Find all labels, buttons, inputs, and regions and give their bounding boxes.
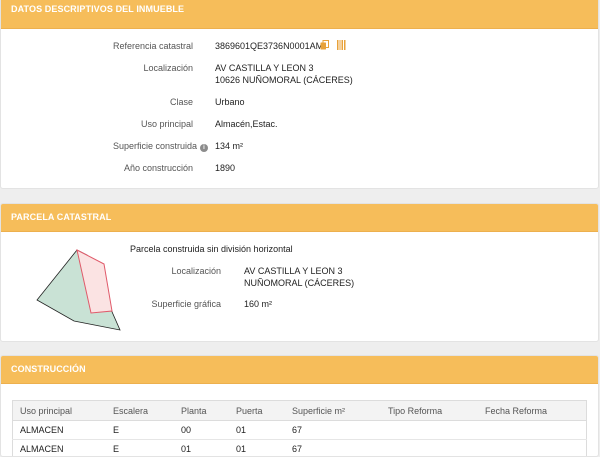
superficie-construida-value: 134 m² <box>215 141 243 152</box>
cell-escalera: E <box>106 421 174 440</box>
parcela-localizacion-line1: AV CASTILLA Y LEON 3 <box>244 266 343 277</box>
cell-superficie: 67 <box>285 421 381 440</box>
parcela-catastral-header: PARCELA CATASTRAL <box>1 204 598 232</box>
parcela-catastral-panel: PARCELA CATASTRAL Parcela construida sin… <box>0 203 599 342</box>
barcode-icon[interactable] <box>337 40 346 50</box>
uso-principal-value: Almacén,Estac. <box>215 119 278 130</box>
construccion-header: CONSTRUCCIÓN <box>1 356 598 384</box>
cell-tipo-reforma <box>381 421 478 440</box>
parcela-description: Parcela construida sin división horizont… <box>130 244 293 255</box>
clase-label: Clase <box>41 97 193 107</box>
cell-uso: ALMACEN <box>13 440 107 457</box>
localizacion-label: Localización <box>41 63 193 73</box>
cell-puerta: 01 <box>229 440 285 457</box>
table-row: ALMACEN E 00 01 67 <box>13 421 587 440</box>
cell-fecha-reforma <box>478 440 587 457</box>
construccion-table: Uso principal Escalera Planta Puerta Sup… <box>12 400 587 457</box>
superficie-construida-label: Superficie construida <box>113 141 197 151</box>
cell-uso: ALMACEN <box>13 421 107 440</box>
ref-catastral-value: 3869601QE3736N0001AM <box>215 41 323 52</box>
cell-planta: 00 <box>174 421 229 440</box>
anio-construccion-value: 1890 <box>215 163 235 174</box>
col-fecha-reforma[interactable]: Fecha Reforma <box>478 401 587 421</box>
col-planta[interactable]: Planta <box>174 401 229 421</box>
cell-superficie: 67 <box>285 440 381 457</box>
superficie-grafica-label: Superficie gráfica <box>121 299 221 309</box>
cell-tipo-reforma <box>381 440 478 457</box>
col-tipo-reforma[interactable]: Tipo Reforma <box>381 401 478 421</box>
localizacion-line2: 10626 NUÑOMORAL (CÁCERES) <box>215 75 353 86</box>
cell-puerta: 01 <box>229 421 285 440</box>
anio-construccion-label: Año construcción <box>41 163 193 173</box>
info-icon[interactable]: i <box>200 144 208 152</box>
parcel-map[interactable] <box>33 242 125 334</box>
cell-fecha-reforma <box>478 421 587 440</box>
copy-icon[interactable] <box>320 40 329 50</box>
table-row: ALMACEN E 01 01 67 <box>13 440 587 457</box>
construccion-panel: CONSTRUCCIÓN Uso principal Escalera Plan… <box>0 355 599 457</box>
localizacion-line1: AV CASTILLA Y LEON 3 <box>215 63 314 74</box>
superficie-construida-label-row: Superficie construidai <box>41 141 208 152</box>
datos-descriptivos-panel: DATOS DESCRIPTIVOS DEL INMUEBLE Referenc… <box>0 0 599 189</box>
table-header-row: Uso principal Escalera Planta Puerta Sup… <box>13 401 587 421</box>
clase-value: Urbano <box>215 97 245 108</box>
col-puerta[interactable]: Puerta <box>229 401 285 421</box>
col-superficie[interactable]: Superficie m² <box>285 401 381 421</box>
parcela-localizacion-line2: NUÑOMORAL (CÁCERES) <box>244 278 354 289</box>
parcela-localizacion-label: Localización <box>121 266 221 276</box>
col-escalera[interactable]: Escalera <box>106 401 174 421</box>
datos-descriptivos-header: DATOS DESCRIPTIVOS DEL INMUEBLE <box>1 0 598 29</box>
cell-planta: 01 <box>174 440 229 457</box>
cell-escalera: E <box>106 440 174 457</box>
uso-principal-label: Uso principal <box>41 119 193 129</box>
superficie-grafica-value: 160 m² <box>244 299 272 310</box>
ref-catastral-label: Referencia catastral <box>41 41 193 51</box>
col-uso-principal[interactable]: Uso principal <box>13 401 107 421</box>
